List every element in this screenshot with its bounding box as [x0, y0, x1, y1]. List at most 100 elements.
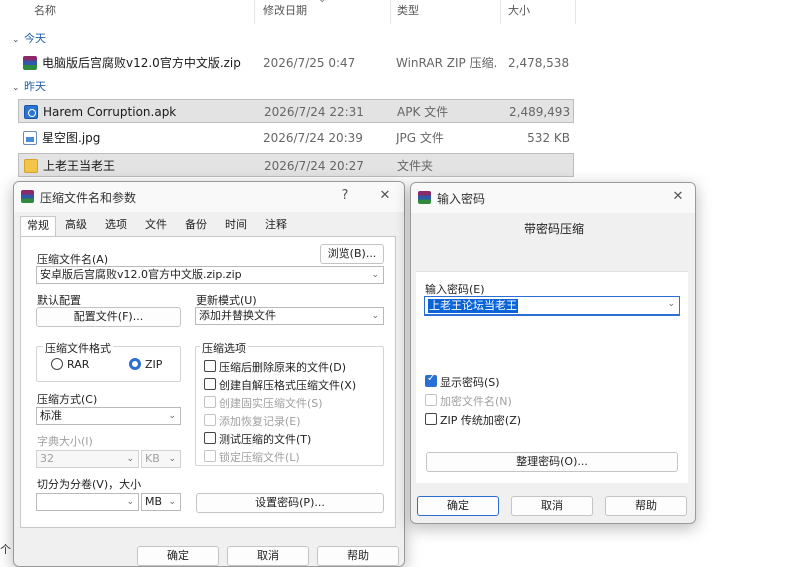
split-unit-select[interactable]: MB ⌄	[141, 493, 181, 511]
help-button[interactable]: 帮助	[317, 546, 399, 566]
chevron-down-icon: ⌄	[126, 454, 134, 464]
group-label: 昨天	[24, 80, 46, 93]
cancel-button[interactable]: 取消	[511, 496, 593, 516]
password-value: 上老王论坛当老王	[428, 299, 518, 313]
create-solid-checkbox	[204, 396, 216, 408]
tab-backup[interactable]: 备份	[178, 216, 214, 236]
update-mode-label: 更新模式(U)	[196, 294, 257, 307]
column-divider[interactable]	[254, 0, 255, 24]
file-row[interactable]: Harem Corruption.apk 2026/7/24 22:31 APK…	[18, 99, 574, 123]
organize-passwords-button[interactable]: 整理密码(O)...	[426, 452, 678, 472]
archive-name-value: 安卓版后宫腐败v12.0官方中文版.zip.zip	[40, 268, 242, 281]
format-rar-label: RAR	[67, 358, 90, 371]
create-sfx-checkbox[interactable]	[204, 378, 216, 390]
folder-icon	[24, 159, 38, 173]
dialog-title: 输入密码	[437, 192, 486, 206]
tab-files[interactable]: 文件	[138, 216, 174, 236]
archive-format-label: 压缩文件格式	[43, 340, 113, 356]
column-divider[interactable]	[575, 0, 576, 24]
split-unit-value: MB	[145, 495, 163, 508]
file-row[interactable]: 上老王当老王 2026/7/24 20:27 文件夹	[18, 153, 574, 177]
file-type: 文件夹	[397, 159, 434, 173]
winrar-icon	[418, 191, 431, 204]
encrypt-names-label: 加密文件名(N)	[440, 395, 512, 408]
file-name: Harem Corruption.apk	[43, 105, 177, 119]
chevron-down-icon: ⌄	[168, 411, 176, 421]
encrypt-names-checkbox	[425, 394, 437, 406]
split-size-input[interactable]: ⌄	[36, 493, 139, 511]
dialog-titlebar[interactable]: 压缩文件名和参数 ? ✕	[14, 182, 404, 212]
profiles-button[interactable]: 配置文件(F)...	[36, 307, 181, 327]
file-type: WinRAR ZIP 压缩...	[396, 56, 496, 70]
create-sfx-label: 创建自解压格式压缩文件(X)	[219, 379, 357, 392]
file-date: 2026/7/24 22:31	[264, 105, 364, 119]
add-recovery-label: 添加恢复记录(E)	[219, 415, 301, 428]
format-rar-radio[interactable]	[51, 358, 63, 370]
file-name: 星空图.jpg	[42, 131, 101, 145]
group-header-yesterday[interactable]: ⌄ 昨天	[12, 79, 46, 95]
close-icon[interactable]: ✕	[374, 186, 396, 206]
ok-button[interactable]: 确定	[417, 496, 499, 516]
image-icon	[23, 131, 37, 145]
group-header-today[interactable]: ⌄ 今天	[12, 31, 46, 47]
test-files-label: 测试压缩的文件(T)	[219, 433, 312, 446]
file-row[interactable]: 星空图.jpg 2026/7/24 20:39 JPG 文件 532 KB	[18, 126, 574, 150]
format-zip-radio[interactable]	[129, 358, 141, 370]
test-files-checkbox[interactable]	[204, 432, 216, 444]
update-mode-value: 添加并替换文件	[199, 309, 276, 322]
compression-method-select[interactable]: 标准 ⌄	[36, 407, 181, 425]
column-header-type[interactable]: 类型	[397, 0, 419, 24]
zip-legacy-label: ZIP 传统加密(Z)	[440, 414, 522, 427]
close-icon[interactable]: ✕	[667, 187, 689, 207]
archive-name-input[interactable]: 安卓版后宫腐败v12.0官方中文版.zip.zip ⌄	[36, 266, 384, 284]
apk-icon	[24, 105, 38, 119]
delete-after-label: 压缩后删除原来的文件(D)	[219, 361, 347, 374]
password-input[interactable]: 上老王论坛当老王 ⌄	[424, 296, 680, 316]
file-size: 532 KB	[527, 131, 570, 145]
winrar-icon	[21, 190, 34, 203]
column-header-size[interactable]: 大小	[508, 0, 530, 24]
dictionary-size-value: 32	[40, 452, 54, 465]
enter-password-label: 输入密码(E)	[425, 283, 485, 296]
help-button[interactable]: 帮助	[605, 496, 687, 516]
column-divider[interactable]	[500, 0, 501, 24]
archive-name-label: 压缩文件名(A)	[37, 253, 109, 266]
dictionary-unit-value: KB	[145, 452, 160, 465]
set-password-button[interactable]: 设置密码(P)...	[196, 493, 384, 513]
file-date: 2026/7/24 20:27	[264, 159, 364, 173]
archiving-options-label: 压缩选项	[200, 340, 248, 356]
update-mode-select[interactable]: 添加并替换文件 ⌄	[195, 307, 384, 325]
tab-comment[interactable]: 注释	[258, 216, 294, 236]
file-size: 2,478,538...	[508, 56, 570, 70]
chevron-down-icon: ⌄	[168, 497, 176, 507]
tab-general[interactable]: 常规	[20, 216, 56, 237]
zip-legacy-checkbox[interactable]	[425, 413, 437, 425]
ok-button[interactable]: 确定	[137, 546, 219, 566]
file-name: 电脑版后宫腐败v12.0官方中文版.zip	[42, 56, 241, 70]
tab-options[interactable]: 选项	[98, 216, 134, 236]
file-type: JPG 文件	[396, 131, 444, 145]
help-icon[interactable]: ?	[334, 186, 356, 206]
format-zip-label: ZIP	[145, 358, 163, 371]
create-solid-label: 创建固实压缩文件(S)	[219, 397, 323, 410]
browse-button[interactable]: 浏览(B)...	[320, 244, 384, 264]
password-dialog-heading: 带密码压缩	[524, 222, 585, 236]
column-divider[interactable]	[390, 0, 391, 24]
dictionary-unit-select: KB ⌄	[141, 450, 181, 468]
file-date: 2026/7/24 20:39	[263, 131, 363, 145]
show-password-checkbox[interactable]	[425, 373, 437, 387]
file-row[interactable]: 电脑版后宫腐败v12.0官方中文版.zip 2026/7/25 0:47 Win…	[18, 51, 574, 75]
dialog-titlebar[interactable]: 输入密码 ✕	[411, 183, 695, 213]
delete-after-checkbox[interactable]	[204, 360, 216, 372]
file-name: 上老王当老王	[43, 159, 116, 173]
column-header-date[interactable]: 修改日期	[263, 0, 307, 24]
tab-time[interactable]: 时间	[218, 216, 254, 236]
file-type: APK 文件	[397, 105, 449, 119]
compression-method-label: 压缩方式(C)	[37, 393, 98, 406]
lock-archive-checkbox	[204, 450, 216, 462]
chevron-down-icon: ⌄	[12, 83, 20, 93]
column-header-name[interactable]: 名称	[34, 0, 56, 24]
tab-advanced[interactable]: 高级	[58, 216, 94, 236]
cancel-button[interactable]: 取消	[227, 546, 309, 566]
lock-archive-label: 锁定压缩文件(L)	[219, 451, 300, 464]
